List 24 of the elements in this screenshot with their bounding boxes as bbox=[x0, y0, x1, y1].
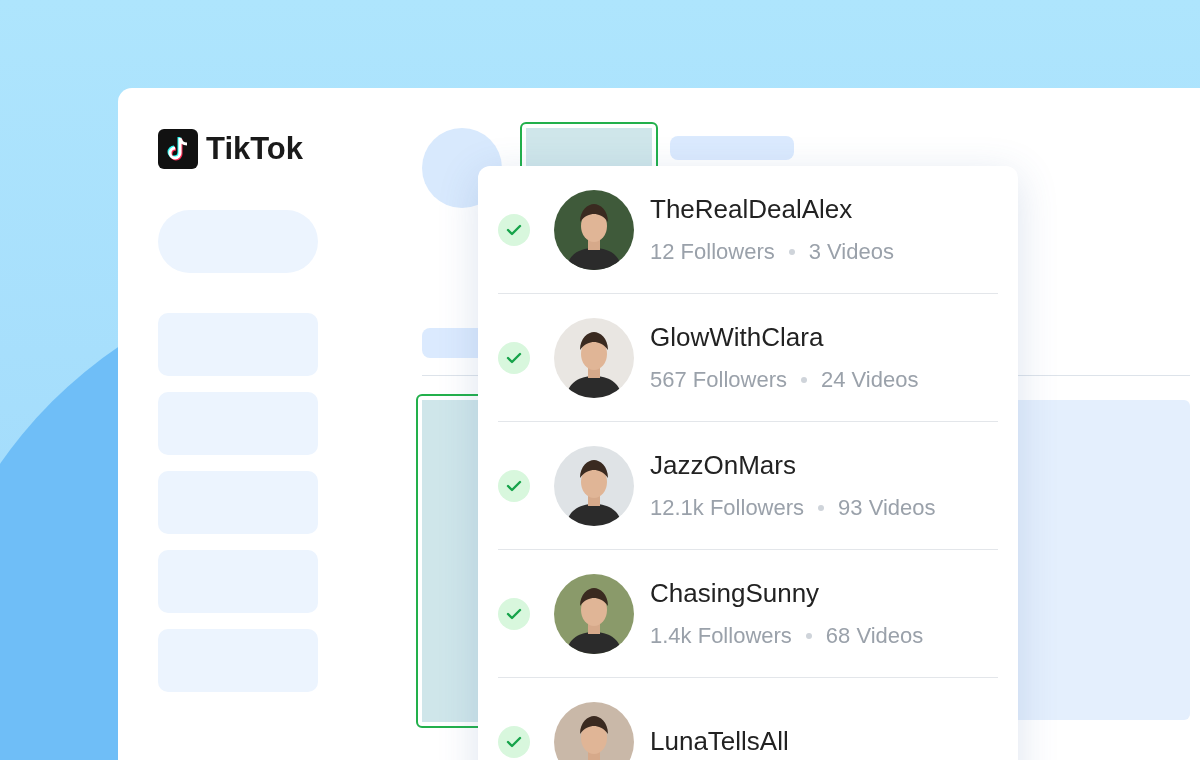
account-name: GlowWithClara bbox=[650, 322, 825, 353]
account-item[interactable]: LunaTellsAll bbox=[498, 678, 998, 760]
follower-count: 1.4k Followers bbox=[650, 623, 792, 649]
account-name: LunaTellsAll bbox=[650, 726, 789, 757]
account-item[interactable]: JazzOnMars 12.1k Followers 93 Videos bbox=[498, 422, 998, 550]
separator-dot bbox=[788, 249, 795, 255]
separator-dot bbox=[818, 505, 825, 511]
account-name: ChasingSunny bbox=[650, 578, 821, 609]
account-item[interactable]: TheRealDealAlex 12 Followers 3 Videos bbox=[498, 166, 998, 294]
account-item[interactable]: GlowWithClara 567 Followers 24 Videos bbox=[498, 294, 998, 422]
follower-count: 567 Followers bbox=[650, 367, 787, 393]
separator-dot bbox=[805, 633, 812, 639]
account-name: JazzOnMars bbox=[650, 450, 797, 481]
video-count: 93 Videos bbox=[838, 495, 936, 521]
video-count: 68 Videos bbox=[825, 623, 924, 649]
follower-count: 12 Followers bbox=[650, 239, 775, 265]
account-item[interactable]: ChasingSunny 1.4k Followers 68 Videos bbox=[498, 550, 998, 678]
music-note-icon bbox=[158, 129, 198, 169]
follower-count: 12.1k Followers bbox=[650, 495, 805, 521]
account-name: TheRealDealAlex bbox=[650, 194, 854, 225]
video-count: 3 Videos bbox=[808, 239, 894, 265]
separator-dot bbox=[800, 377, 807, 383]
logo-text: TikTok bbox=[206, 131, 304, 167]
video-count: 24 Videos bbox=[820, 367, 919, 393]
